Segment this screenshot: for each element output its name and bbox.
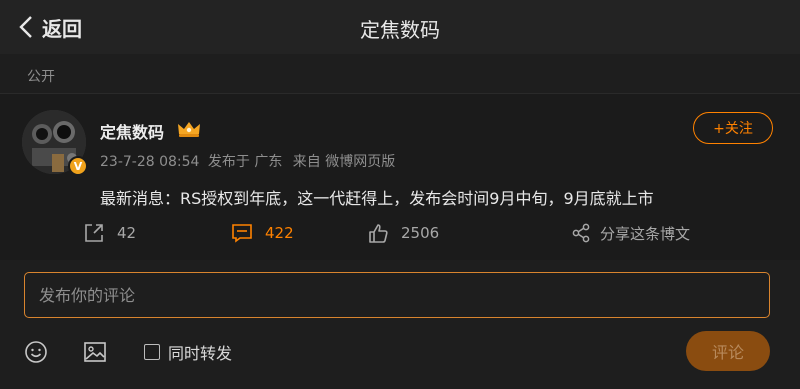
crown-icon — [178, 122, 200, 137]
like-icon — [369, 224, 388, 243]
post-location: 发布于 广东 — [207, 154, 283, 170]
post-content: 最新消息：RS授权到年底，这一代赶得上，发布会时间9月中旬，9月底就上市 — [100, 189, 654, 208]
comment-count: 422 — [265, 224, 294, 242]
username[interactable]: 定焦数码 — [100, 119, 164, 143]
comment-icon — [232, 224, 252, 243]
verified-badge: V — [68, 156, 88, 176]
weibo-post: V 定焦数码 23-7-28 08:54 发布于 广东 来自 微博网页版 +关注… — [0, 94, 800, 260]
share-icon — [572, 223, 590, 243]
repost-option[interactable]: 同时转发 — [144, 342, 233, 363]
submit-comment-button[interactable]: 评论 — [686, 331, 770, 371]
forward-button[interactable]: 42 — [83, 220, 136, 246]
share-weibo-label: 分享这条博文 — [600, 224, 691, 243]
comment-button[interactable]: 422 — [231, 220, 294, 246]
forward-icon — [85, 224, 103, 242]
image-icon[interactable] — [83, 340, 107, 364]
like-button[interactable]: 2506 — [367, 220, 439, 246]
comment-toolbar: 同时转发 — [0, 336, 800, 368]
like-count: 2506 — [401, 224, 440, 242]
post-meta: 23-7-28 08:54 发布于 广东 来自 微博网页版 — [100, 151, 401, 171]
follow-button[interactable]: +关注 — [693, 112, 773, 144]
post-actions: 42 422 2506 分享这条博文 — [0, 220, 800, 246]
visibility-label: 公开 — [27, 69, 55, 85]
share-weibo-button[interactable]: 分享这条博文 — [570, 220, 690, 246]
repost-label: 同时转发 — [168, 344, 233, 363]
page-title: 定焦数码 — [360, 18, 440, 42]
post-date: 23-7-28 08:54 — [100, 154, 200, 170]
top-bar: 返回 定焦数码 — [0, 0, 800, 54]
repost-checkbox[interactable] — [144, 344, 160, 360]
comment-input[interactable] — [39, 273, 755, 317]
comment-box — [24, 272, 770, 318]
post-source: 来自 微博网页版 — [292, 154, 396, 170]
emoji-icon[interactable] — [24, 340, 48, 364]
forward-count: 42 — [117, 224, 137, 242]
